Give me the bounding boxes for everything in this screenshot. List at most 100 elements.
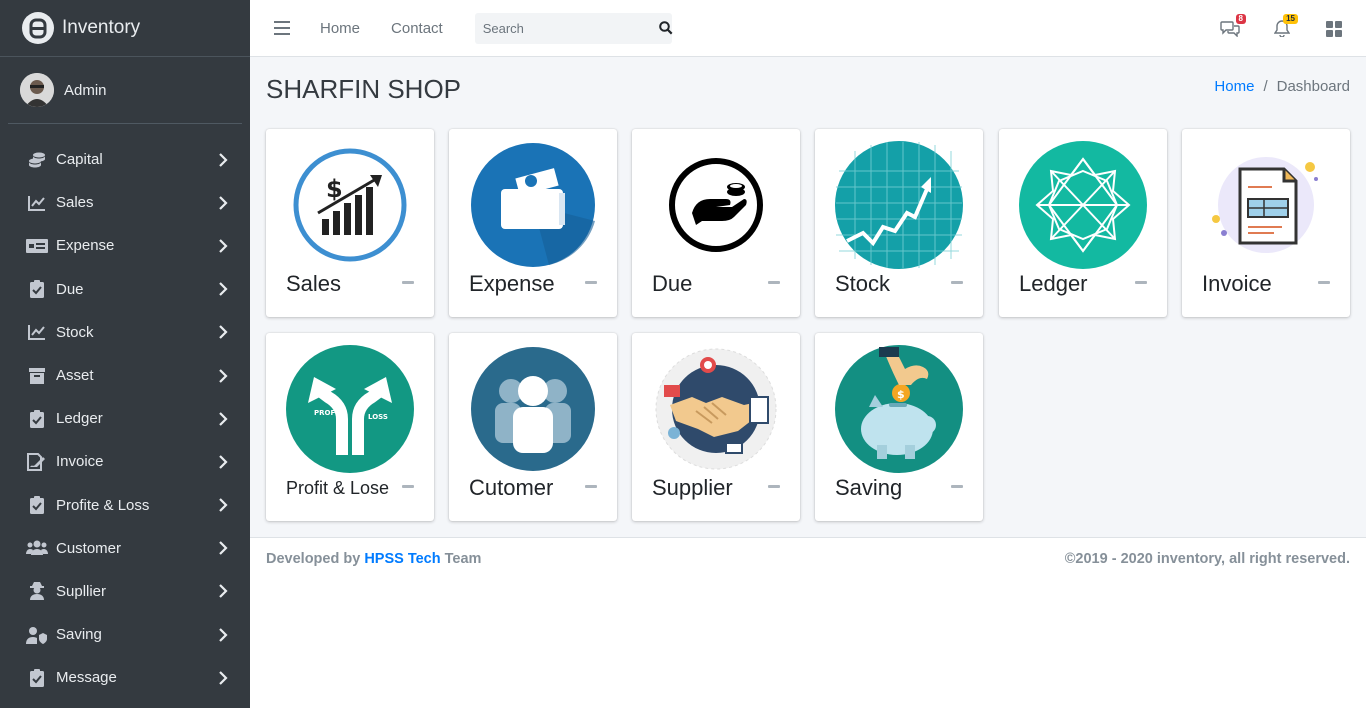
card-collapse-icon[interactable] (1318, 281, 1330, 284)
sidebar-item-label: Due (56, 280, 84, 298)
sidebar-item-saving[interactable]: Saving (0, 613, 250, 656)
sidebar-item-asset[interactable]: Asset (0, 354, 250, 397)
sidebar-item-due[interactable]: Due (0, 268, 250, 311)
profit-loss-arrows-icon: PROFIT LOSS (286, 345, 414, 473)
clipboard-check-icon (26, 279, 48, 299)
card-profit-loss[interactable]: PROFIT LOSS Profit & Lose (266, 333, 434, 521)
card-collapse-icon[interactable] (585, 485, 597, 488)
card-due[interactable]: Due (632, 129, 800, 317)
messages-badge: 8 (1235, 13, 1246, 24)
coins-icon (26, 150, 48, 170)
sidebar-item-message[interactable]: Message (0, 656, 250, 699)
footer-suffix: Team (444, 551, 482, 567)
user-name: Admin (64, 81, 107, 99)
sidebar-item-supplier[interactable]: Supllier (0, 570, 250, 613)
avatar (20, 73, 54, 107)
money-bill-icon (26, 236, 48, 256)
breadcrumb-home-link[interactable]: Home (1214, 78, 1254, 95)
sidebar-item-label: Expense (56, 237, 115, 255)
footer-prefix: Developed by (266, 551, 361, 567)
card-collapse-icon[interactable] (768, 485, 780, 488)
sidebar-item-capital[interactable]: Capital (0, 138, 250, 181)
stock-chart-icon (835, 141, 963, 269)
sidebar-item-label: Ledger (56, 410, 103, 428)
user-shield-icon (26, 625, 48, 645)
card-label: Supplier (652, 475, 733, 500)
breadcrumb: Home / Dashboard (1214, 78, 1350, 95)
card-label: Profit & Lose (286, 478, 390, 498)
chart-line-icon (26, 193, 48, 213)
content-wrapper: SHARFIN SHOP Home / Dashboard $ Sales Ex… (250, 57, 1366, 537)
chevron-right-icon (219, 541, 228, 556)
card-collapse-icon[interactable] (402, 281, 414, 284)
card-label: Invoice (1202, 271, 1272, 296)
card-saving[interactable]: $ Saving (815, 333, 983, 521)
nav-link-contact[interactable]: Contact (391, 20, 443, 37)
card-label: Stock (835, 271, 891, 296)
sidebar-item-ledger[interactable]: Ledger (0, 397, 250, 440)
page-title: SHARFIN SHOP (266, 74, 462, 104)
sidebar-item-invoice[interactable]: Invoice (0, 440, 250, 483)
customer-group-icon (471, 347, 595, 471)
chevron-right-icon (219, 196, 228, 210)
card-ledger[interactable]: Ledger (999, 129, 1167, 317)
archive-icon (26, 366, 48, 386)
card-collapse-icon[interactable] (402, 485, 414, 488)
card-collapse-icon[interactable] (585, 281, 597, 284)
sidebar-item-stock[interactable]: Stock (0, 311, 250, 354)
card-label: Due (652, 271, 693, 296)
apps-grid-icon[interactable] (1324, 19, 1344, 39)
menu-toggle-icon[interactable] (274, 21, 290, 35)
card-stock[interactable]: Stock (815, 129, 983, 317)
breadcrumb-current: Dashboard (1276, 78, 1350, 95)
loss-arrow-label: LOSS (368, 413, 388, 421)
search-input[interactable] (474, 12, 659, 44)
sidebar: Inventory Admin Capital Sales Expense Du… (0, 0, 250, 708)
sidebar-item-expense[interactable]: Expense (0, 224, 250, 267)
chevron-right-icon (219, 368, 228, 383)
footer-team-link[interactable]: HPSS Tech (364, 551, 440, 567)
sales-growth-icon: $ (293, 148, 407, 262)
card-supplier[interactable]: Supplier (632, 333, 800, 521)
sidebar-item-label: Capital (56, 151, 103, 169)
chevron-right-icon (219, 411, 228, 426)
brand-link[interactable]: Inventory (0, 0, 250, 57)
chevron-right-icon (219, 498, 228, 512)
search-icon[interactable] (658, 13, 673, 44)
navbar-right: 8 15 (1188, 0, 1344, 57)
card-invoice[interactable]: Invoice (1182, 129, 1350, 317)
users-icon (26, 538, 48, 558)
hand-coins-icon (669, 158, 763, 252)
card-collapse-icon[interactable] (1135, 281, 1147, 284)
sidebar-item-customer[interactable]: Customer (0, 527, 250, 570)
card-collapse-icon[interactable] (768, 281, 780, 284)
card-sales[interactable]: $ Sales (266, 129, 434, 317)
card-collapse-icon[interactable] (951, 281, 963, 284)
wallet-icon (471, 143, 595, 267)
sidebar-item-profit-loss[interactable]: Profite & Loss (0, 484, 250, 527)
nav-link-home[interactable]: Home (320, 20, 360, 37)
chevron-right-icon (219, 627, 228, 642)
card-collapse-icon[interactable] (951, 485, 963, 488)
footer-credit: Developed by HPSS Tech Team (266, 551, 481, 567)
notifications-bell-icon[interactable]: 15 (1272, 13, 1298, 39)
card-label: Ledger (1019, 271, 1088, 296)
sidebar-item-label: Stock (56, 323, 94, 341)
sidebar-item-sales[interactable]: Sales (0, 181, 250, 224)
card-label: Sales (286, 271, 342, 296)
svg-text:$: $ (897, 388, 905, 401)
search-box (474, 12, 673, 44)
messages-icon[interactable]: 8 (1220, 13, 1246, 39)
profit-arrow-label: PROFIT (314, 409, 343, 417)
user-panel[interactable]: Admin (8, 57, 242, 124)
chart-line-icon (26, 322, 48, 342)
chevron-right-icon (219, 455, 228, 469)
user-secret-icon (26, 581, 48, 601)
chevron-right-icon (219, 239, 228, 253)
brand-logo-icon (22, 12, 54, 44)
chevron-right-icon (219, 325, 228, 340)
card-expense[interactable]: Expense (449, 129, 617, 317)
sidebar-item-label: Saving (56, 626, 102, 644)
card-customer[interactable]: Cutomer (449, 333, 617, 521)
chevron-right-icon (219, 584, 228, 599)
